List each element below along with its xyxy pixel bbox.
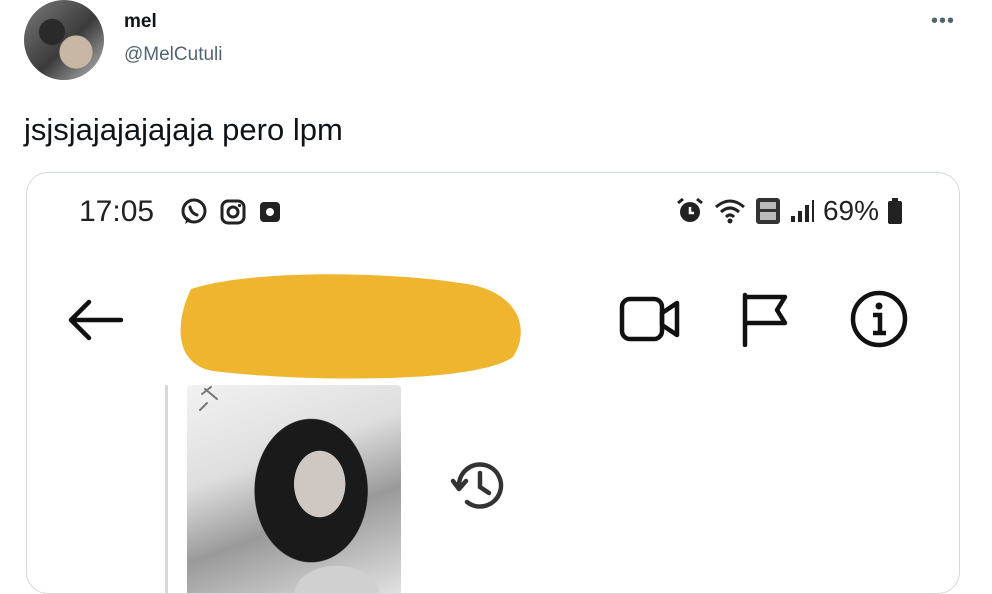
back-arrow-icon[interactable] xyxy=(65,297,125,343)
video-call-icon[interactable] xyxy=(619,293,681,345)
alarm-icon xyxy=(677,197,703,222)
battery-icon xyxy=(888,198,902,224)
author-name[interactable]: mel xyxy=(124,11,157,33)
thread-line xyxy=(165,385,168,593)
more-options-button[interactable]: ••• xyxy=(926,10,960,32)
status-right: 69% xyxy=(675,195,903,227)
instagram-icon xyxy=(220,199,246,225)
notification-icon xyxy=(260,202,280,222)
pin-icon xyxy=(199,386,218,411)
volte-4g-icon xyxy=(755,198,780,224)
status-left-icons xyxy=(179,197,283,227)
attached-screenshot[interactable]: 17:05 69% xyxy=(26,172,960,594)
signal-icon xyxy=(790,200,814,222)
whatsapp-icon xyxy=(181,198,207,224)
history-icon[interactable] xyxy=(449,455,511,517)
author-handle[interactable]: @MelCutuli xyxy=(124,44,222,66)
redaction-scribble xyxy=(180,274,521,379)
flag-icon[interactable] xyxy=(737,289,793,347)
tweet-text: jsjsjajajajajaja pero lpm xyxy=(24,112,343,147)
status-time: 17:05 xyxy=(79,195,155,228)
info-icon[interactable] xyxy=(849,289,909,349)
wifi-icon xyxy=(714,199,745,224)
battery-percentage: 69% xyxy=(822,195,879,226)
avatar[interactable] xyxy=(24,0,104,80)
photo[interactable] xyxy=(187,385,401,593)
